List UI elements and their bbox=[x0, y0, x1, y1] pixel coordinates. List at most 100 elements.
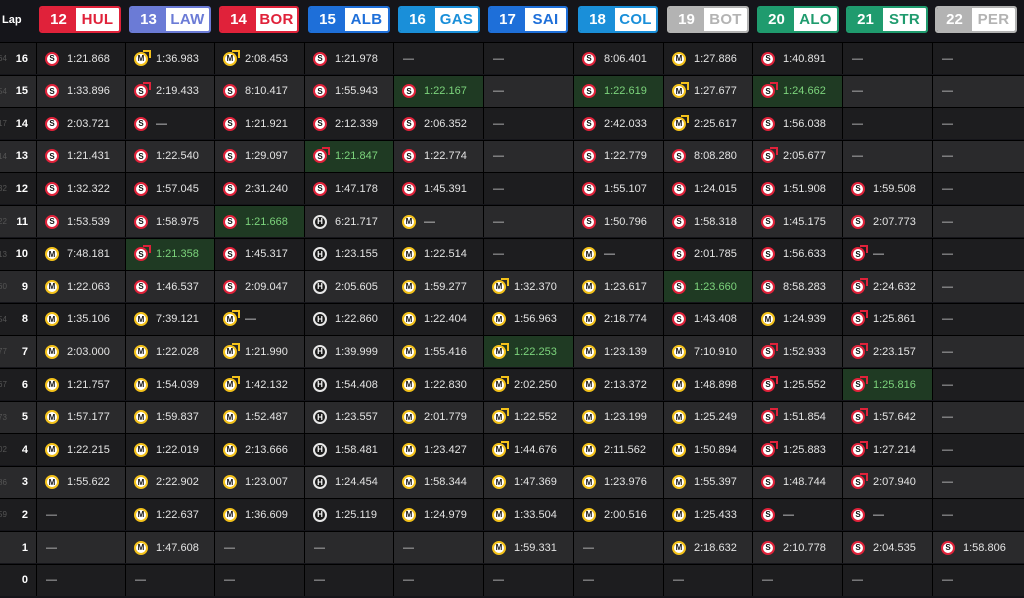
lap-time-cell[interactable]: M 1:44.676 bbox=[483, 434, 573, 466]
lap-time-cell[interactable]: — bbox=[393, 564, 483, 596]
lap-time-cell[interactable]: M 2:25.617 bbox=[663, 108, 752, 140]
lap-time-cell[interactable]: S — bbox=[842, 499, 932, 531]
lap-time-cell[interactable]: M 1:56.963 bbox=[483, 303, 573, 335]
lap-time-cell[interactable]: S 1:51.854 bbox=[752, 401, 842, 433]
lap-time-cell[interactable]: H 1:58.481 bbox=[304, 434, 393, 466]
lap-time-cell[interactable]: S 1:21.668 bbox=[214, 206, 304, 237]
lap-time-cell[interactable]: S 8:06.401 bbox=[573, 43, 663, 74]
lap-time-cell[interactable]: M 2:02.250 bbox=[483, 369, 573, 400]
lap-time-cell[interactable]: — bbox=[932, 336, 1024, 368]
lap-time-cell[interactable]: S 2:09.047 bbox=[214, 271, 304, 303]
lap-time-cell[interactable]: S 1:29.097 bbox=[214, 140, 304, 172]
lap-time-cell[interactable]: M 2:18.632 bbox=[663, 532, 752, 563]
lap-time-cell[interactable]: S 1:21.847 bbox=[304, 140, 393, 172]
lap-time-cell[interactable]: S 1:21.431 bbox=[36, 140, 125, 172]
lap-time-cell[interactable]: H 1:22.860 bbox=[304, 303, 393, 335]
lap-time-cell[interactable]: M 1:22.637 bbox=[125, 499, 214, 531]
lap-time-cell[interactable]: S 2:05.677 bbox=[752, 140, 842, 172]
lap-time-cell[interactable]: S 1:50.796 bbox=[573, 206, 663, 237]
lap-time-cell[interactable]: H 1:39.999 bbox=[304, 336, 393, 368]
lap-time-cell[interactable]: — bbox=[932, 206, 1024, 237]
lap-time-cell[interactable]: S 1:58.806 bbox=[932, 532, 1024, 563]
lap-time-cell[interactable]: M 2:11.562 bbox=[573, 434, 663, 466]
lap-time-cell[interactable]: S 1:22.167 bbox=[393, 75, 483, 107]
lap-time-cell[interactable]: S 1:51.908 bbox=[752, 173, 842, 205]
lap-time-cell[interactable]: M 1:54.039 bbox=[125, 369, 214, 400]
lap-time-cell[interactable]: — bbox=[483, 43, 573, 74]
lap-time-cell[interactable]: S 1:25.552 bbox=[752, 369, 842, 400]
lap-time-cell[interactable]: M 1:23.427 bbox=[393, 434, 483, 466]
lap-time-cell[interactable]: H 1:25.119 bbox=[304, 499, 393, 531]
lap-time-cell[interactable]: M 1:55.416 bbox=[393, 336, 483, 368]
driver-tab-str[interactable]: 21 STR bbox=[846, 6, 928, 33]
lap-time-cell[interactable]: M 1:42.132 bbox=[214, 369, 304, 400]
lap-time-cell[interactable]: M 2:13.372 bbox=[573, 369, 663, 400]
lap-time-cell[interactable]: — bbox=[932, 564, 1024, 596]
driver-tab-law[interactable]: 13 LAW bbox=[129, 6, 211, 33]
lap-time-cell[interactable]: M 1:47.608 bbox=[125, 532, 214, 563]
lap-time-cell[interactable]: S 2:19.433 bbox=[125, 75, 214, 107]
lap-time-cell[interactable]: S 1:47.178 bbox=[304, 173, 393, 205]
lap-time-cell[interactable]: H 2:05.605 bbox=[304, 271, 393, 303]
lap-time-cell[interactable]: — bbox=[663, 564, 752, 596]
lap-time-cell[interactable]: — bbox=[393, 532, 483, 563]
lap-time-cell[interactable]: S 8:58.283 bbox=[752, 271, 842, 303]
lap-time-cell[interactable]: S 1:58.318 bbox=[663, 206, 752, 237]
lap-time-cell[interactable]: M 1:25.249 bbox=[663, 401, 752, 433]
lap-time-cell[interactable]: — bbox=[842, 75, 932, 107]
lap-time-cell[interactable]: H 6:21.717 bbox=[304, 206, 393, 237]
lap-time-cell[interactable]: S 1:21.978 bbox=[304, 43, 393, 74]
lap-time-cell[interactable]: M 1:22.215 bbox=[36, 434, 125, 466]
lap-time-cell[interactable]: S 2:01.785 bbox=[663, 238, 752, 270]
lap-time-cell[interactable]: S 2:07.773 bbox=[842, 206, 932, 237]
driver-tab-sai[interactable]: 17 SAI bbox=[488, 6, 568, 33]
lap-time-cell[interactable]: S 2:31.240 bbox=[214, 173, 304, 205]
lap-time-cell[interactable]: — bbox=[573, 532, 663, 563]
lap-time-cell[interactable]: — bbox=[932, 43, 1024, 74]
lap-time-cell[interactable]: M 1:33.504 bbox=[483, 499, 573, 531]
lap-time-cell[interactable]: M 1:27.886 bbox=[663, 43, 752, 74]
lap-time-cell[interactable]: M 1:22.514 bbox=[393, 238, 483, 270]
lap-time-cell[interactable]: M 1:21.757 bbox=[36, 369, 125, 400]
lap-time-cell[interactable]: — bbox=[483, 140, 573, 172]
lap-time-cell[interactable]: — bbox=[36, 532, 125, 563]
lap-time-cell[interactable]: S 1:46.537 bbox=[125, 271, 214, 303]
lap-time-cell[interactable]: S 1:55.107 bbox=[573, 173, 663, 205]
lap-time-cell[interactable]: M 1:55.397 bbox=[663, 466, 752, 498]
lap-time-cell[interactable]: — bbox=[842, 564, 932, 596]
lap-time-cell[interactable]: — bbox=[36, 564, 125, 596]
lap-time-cell[interactable]: S 1:43.408 bbox=[663, 303, 752, 335]
lap-time-cell[interactable]: S 2:23.157 bbox=[842, 336, 932, 368]
lap-time-cell[interactable]: — bbox=[393, 43, 483, 74]
lap-time-cell[interactable]: — bbox=[932, 271, 1024, 303]
lap-time-cell[interactable]: — bbox=[932, 173, 1024, 205]
lap-time-cell[interactable]: S 1:56.038 bbox=[752, 108, 842, 140]
lap-time-cell[interactable]: M 1:59.837 bbox=[125, 401, 214, 433]
lap-time-cell[interactable]: S 8:10.417 bbox=[214, 75, 304, 107]
lap-time-cell[interactable]: M 2:00.516 bbox=[573, 499, 663, 531]
lap-time-cell[interactable]: M — bbox=[573, 238, 663, 270]
driver-tab-bot[interactable]: 19 BOT bbox=[667, 6, 749, 33]
lap-time-cell[interactable]: M 7:48.181 bbox=[36, 238, 125, 270]
driver-tab-bor[interactable]: 14 BOR bbox=[219, 6, 299, 33]
lap-time-cell[interactable]: — bbox=[932, 75, 1024, 107]
lap-time-cell[interactable]: M 1:22.552 bbox=[483, 401, 573, 433]
lap-time-cell[interactable]: — bbox=[932, 401, 1024, 433]
lap-time-cell[interactable]: S 1:23.660 bbox=[663, 271, 752, 303]
lap-time-cell[interactable]: — bbox=[842, 108, 932, 140]
lap-time-cell[interactable]: H 1:24.454 bbox=[304, 466, 393, 498]
lap-time-cell[interactable]: M — bbox=[393, 206, 483, 237]
driver-tab-hul[interactable]: 12 HUL bbox=[39, 6, 121, 33]
lap-time-cell[interactable]: — bbox=[36, 499, 125, 531]
lap-time-cell[interactable]: M 1:23.199 bbox=[573, 401, 663, 433]
lap-time-cell[interactable]: S — bbox=[752, 499, 842, 531]
lap-time-cell[interactable]: M 1:23.139 bbox=[573, 336, 663, 368]
lap-time-cell[interactable]: — bbox=[573, 564, 663, 596]
lap-time-cell[interactable]: M 1:21.990 bbox=[214, 336, 304, 368]
lap-time-cell[interactable]: — bbox=[752, 564, 842, 596]
lap-time-cell[interactable]: S 1:59.508 bbox=[842, 173, 932, 205]
lap-time-cell[interactable]: M 1:23.976 bbox=[573, 466, 663, 498]
lap-time-cell[interactable]: M 1:22.404 bbox=[393, 303, 483, 335]
lap-time-cell[interactable]: — bbox=[932, 466, 1024, 498]
lap-time-cell[interactable]: S 1:22.774 bbox=[393, 140, 483, 172]
